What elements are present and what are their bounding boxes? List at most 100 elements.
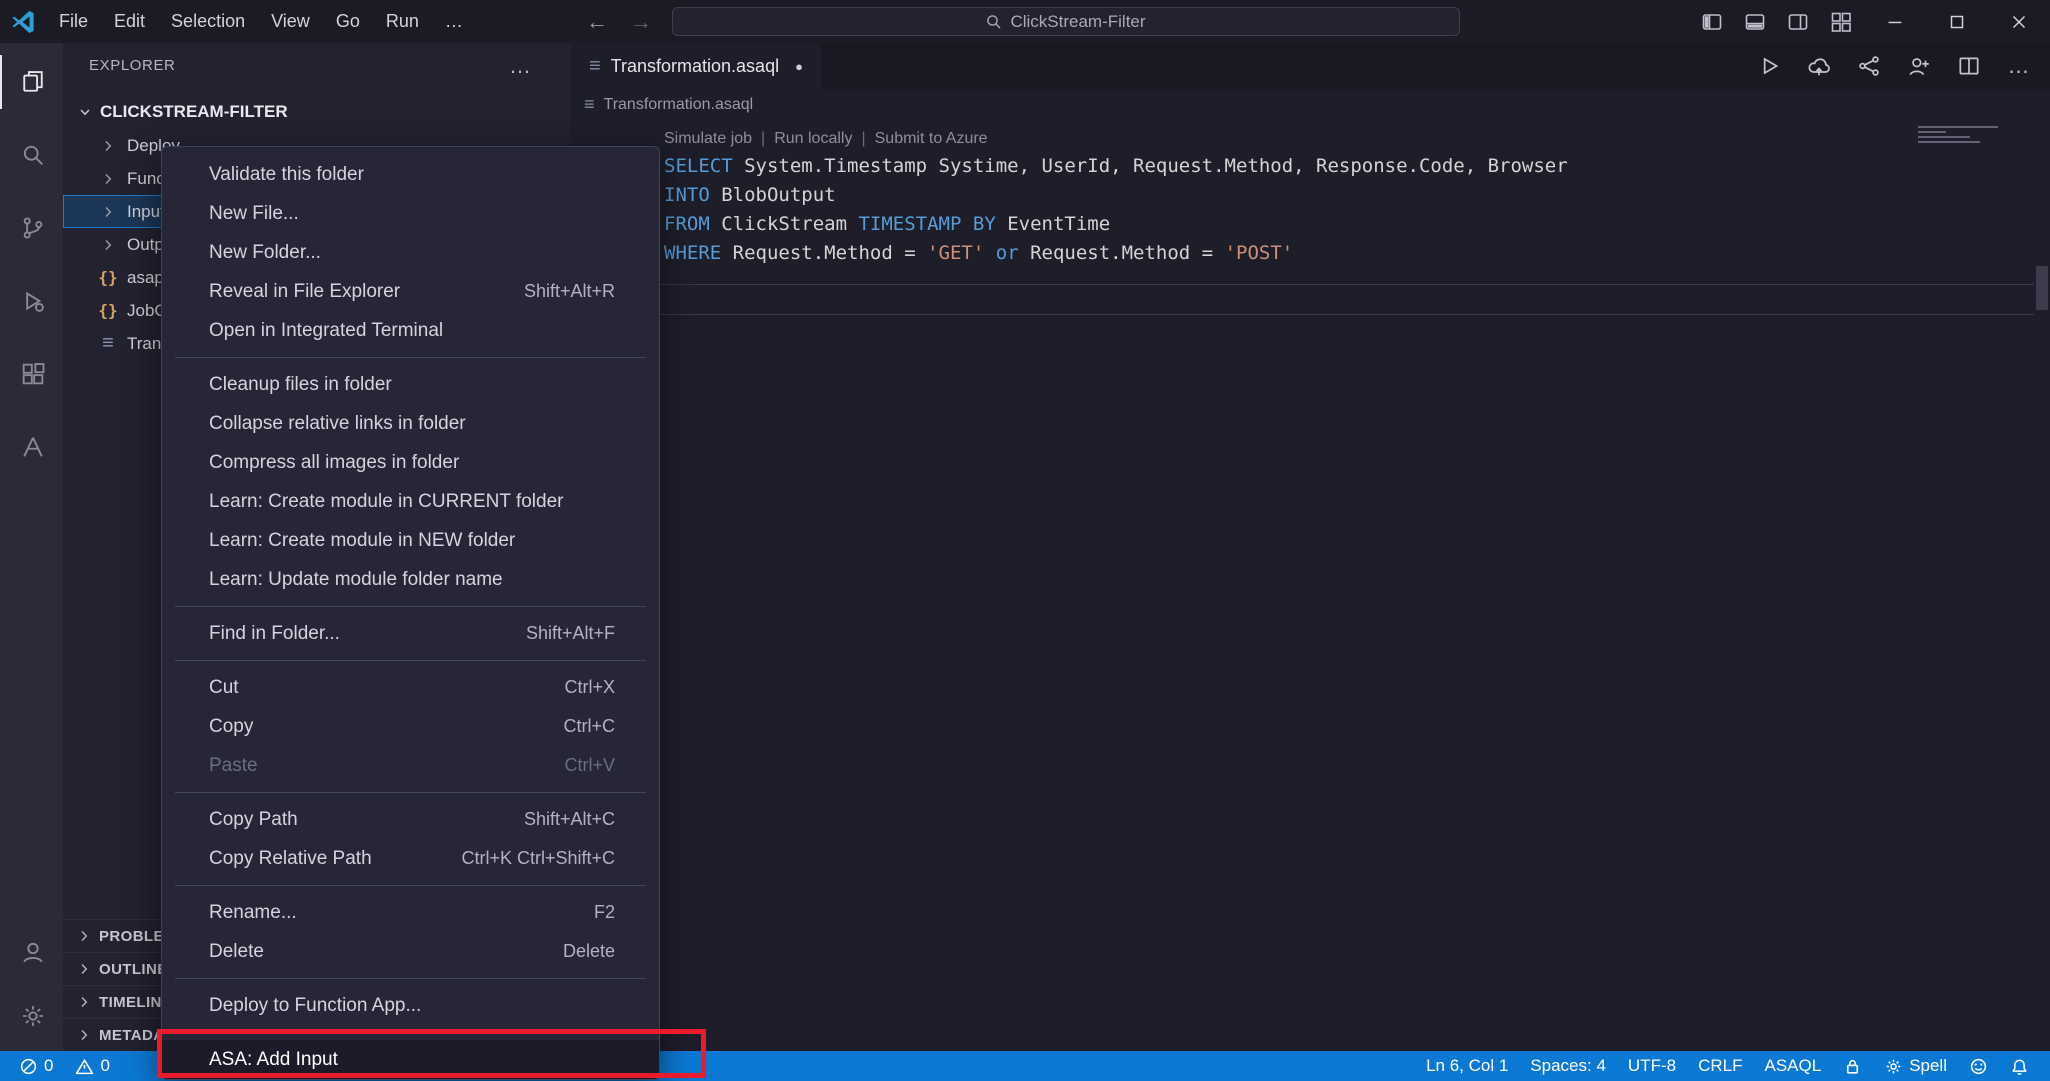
- command-center-search[interactable]: ClickStream-Filter: [672, 7, 1460, 36]
- context-menu-item-delete[interactable]: Delete Delete: [162, 932, 659, 971]
- editor-scrollbar[interactable]: [2036, 266, 2048, 310]
- context-menu-item-find-in-folder[interactable]: Find in Folder... Shift+Alt+F: [162, 614, 659, 653]
- explorer-icon[interactable]: [0, 55, 63, 109]
- breadcrumb-item[interactable]: Transformation.asaql: [604, 96, 754, 114]
- status-lock[interactable]: [1832, 1051, 1873, 1081]
- menubar-item-go[interactable]: Go: [323, 0, 373, 43]
- codelens-submit-to-azure[interactable]: Submit to Azure: [875, 130, 988, 148]
- context-menu-item-cleanup-files-in-folder[interactable]: Cleanup files in folder: [162, 365, 659, 404]
- status-warnings[interactable]: 0: [64, 1051, 120, 1081]
- menubar-more-icon[interactable]: …: [432, 0, 476, 43]
- close-button[interactable]: [1988, 0, 2050, 43]
- context-menu-item-cut[interactable]: Cut Ctrl+X: [162, 668, 659, 707]
- modified-dot-icon[interactable]: ●: [795, 59, 803, 74]
- menubar: File Edit Selection View Go Run…: [46, 0, 476, 43]
- status-cursor-position-label: Ln 6, Col 1: [1426, 1056, 1509, 1075]
- breadcrumb[interactable]: ≡ Transformation.asaql: [571, 89, 2050, 120]
- status-feedback[interactable]: [1958, 1051, 1999, 1081]
- menu-item-label: Learn: Create module in NEW folder: [209, 529, 516, 551]
- source-control-icon[interactable]: [0, 201, 63, 255]
- menu-item-shortcut: Shift+Alt+F: [525, 623, 615, 643]
- more-actions-icon[interactable]: …: [2006, 53, 2032, 79]
- context-menu-item-copy-path[interactable]: Copy Path Shift+Alt+C: [162, 800, 659, 839]
- run-debug-icon[interactable]: [0, 274, 63, 328]
- minimap[interactable]: [1918, 126, 2004, 146]
- menu-item-label: Validate this folder: [209, 163, 364, 185]
- status-spell-checker[interactable]: Spell: [1873, 1051, 1958, 1081]
- tab-transformation-asaql[interactable]: ≡ Transformation.asaql ●: [571, 43, 821, 89]
- codelens-simulate-job[interactable]: Simulate job: [664, 130, 752, 148]
- menu-separator: [175, 885, 646, 886]
- context-menu-item-learn-create-module-in-new-folder[interactable]: Learn: Create module in NEW folder: [162, 521, 659, 560]
- context-menu-item-copy[interactable]: Copy Ctrl+C: [162, 707, 659, 746]
- status-indentation[interactable]: Spaces: 4: [1519, 1051, 1617, 1081]
- customize-layout-icon[interactable]: [1828, 9, 1854, 35]
- forward-icon[interactable]: →: [630, 9, 652, 35]
- status-eol[interactable]: CRLF: [1687, 1051, 1753, 1081]
- live-share-icon[interactable]: [1906, 53, 1932, 79]
- split-editor-icon[interactable]: [1956, 53, 1982, 79]
- context-menu-item-learn-create-module-in-current-folder[interactable]: Learn: Create module in CURRENT folder: [162, 482, 659, 521]
- accounts-icon[interactable]: [0, 925, 63, 979]
- menubar-item-file[interactable]: File: [46, 0, 101, 43]
- run-icon[interactable]: [1756, 53, 1782, 79]
- codelens-bar: Simulate job | Run locally | Submit to Azure: [571, 120, 2050, 149]
- codelens-run-locally[interactable]: Run locally: [774, 130, 852, 148]
- settings-icon[interactable]: [0, 989, 63, 1043]
- context-menu-item-deploy-to-function-app[interactable]: Deploy to Function App...: [162, 986, 659, 1025]
- status-notifications[interactable]: [1999, 1051, 2040, 1081]
- vscode-window: File Edit Selection View Go Run… ← → ClickStr…: [0, 0, 2050, 1081]
- menu-item-shortcut: Ctrl+X: [564, 677, 615, 697]
- json-file-icon: {}: [98, 301, 118, 320]
- back-icon[interactable]: ←: [586, 9, 608, 35]
- status-cursor-position[interactable]: Ln 6, Col 1: [1415, 1051, 1519, 1081]
- menubar-item-run[interactable]: Run: [373, 0, 432, 43]
- context-menu-item-rename[interactable]: Rename... F2: [162, 893, 659, 932]
- maximize-button[interactable]: [1926, 0, 1988, 43]
- menu-item-shortcut: Delete: [562, 941, 615, 961]
- file-list-icon: ≡: [102, 332, 114, 354]
- toggle-secondary-sidebar-icon[interactable]: [1785, 9, 1811, 35]
- context-menu-item-compress-all-images-in-folder[interactable]: Compress all images in folder: [162, 443, 659, 482]
- code-line: SELECT System.Timestamp Systime, UserId,…: [664, 155, 1568, 177]
- code-editor[interactable]: Simulate job | Run locally | Submit to Azure…: [571, 120, 2050, 1051]
- simulate-graph-icon[interactable]: [1856, 53, 1882, 79]
- context-menu-item-learn-update-module-folder-name[interactable]: Learn: Update module folder name: [162, 560, 659, 599]
- search-icon[interactable]: [0, 128, 63, 182]
- sidebar-title: EXPLORER: [89, 56, 176, 74]
- status-errors[interactable]: 0: [8, 1051, 64, 1081]
- context-menu-item-asa-add-input[interactable]: ASA: Add Input: [162, 1040, 659, 1079]
- menu-item-label: Rename...: [209, 901, 297, 923]
- submit-to-azure-icon[interactable]: [1806, 53, 1832, 79]
- context-menu-item-new-file[interactable]: New File...: [162, 194, 659, 233]
- json-file-icon: {}: [98, 268, 118, 287]
- context-menu-item-reveal-in-file-explorer[interactable]: Reveal in File Explorer Shift+Alt+R: [162, 272, 659, 311]
- status-spell-checker-label: Spell: [1909, 1056, 1947, 1075]
- toggle-panel-icon[interactable]: [1742, 9, 1768, 35]
- context-menu-item-validate-this-folder[interactable]: Validate this folder: [162, 155, 659, 194]
- toggle-primary-sidebar-icon[interactable]: [1699, 9, 1725, 35]
- extensions-icon[interactable]: [0, 347, 63, 401]
- context-menu-item-copy-relative-path[interactable]: Copy Relative Path Ctrl+K Ctrl+Shift+C: [162, 839, 659, 878]
- context-menu-item-new-folder[interactable]: New Folder...: [162, 233, 659, 272]
- azure-icon[interactable]: [0, 420, 63, 474]
- menubar-item-edit[interactable]: Edit: [101, 0, 158, 43]
- minimize-button[interactable]: [1864, 0, 1926, 43]
- sidebar-more-actions-icon[interactable]: …: [509, 53, 533, 79]
- menubar-item-selection[interactable]: Selection: [158, 0, 258, 43]
- search-icon: [987, 14, 1001, 28]
- status-encoding[interactable]: UTF-8: [1617, 1051, 1687, 1081]
- menu-item-label: Copy Path: [209, 808, 298, 830]
- chevron-right-icon: [76, 961, 92, 977]
- menubar-item-view[interactable]: View: [258, 0, 323, 43]
- menu-item-label: New File...: [209, 202, 299, 224]
- editor-area: ≡ Transformation.asaql ● … ≡ Transformat…: [571, 43, 2050, 1051]
- explorer-root-folder[interactable]: CLICKSTREAM-FILTER: [63, 95, 571, 129]
- menu-item-shortcut: Ctrl+V: [564, 755, 615, 775]
- context-menu-item-open-in-integrated-terminal[interactable]: Open in Integrated Terminal: [162, 311, 659, 350]
- status-warnings-count: 0: [100, 1056, 110, 1075]
- tab-label: Transformation.asaql: [610, 55, 780, 76]
- status-language-mode[interactable]: ASAQL: [1753, 1051, 1832, 1081]
- menu-item-shortcut: Ctrl+C: [563, 716, 615, 736]
- context-menu-item-collapse-relative-links-in-folder[interactable]: Collapse relative links in folder: [162, 404, 659, 443]
